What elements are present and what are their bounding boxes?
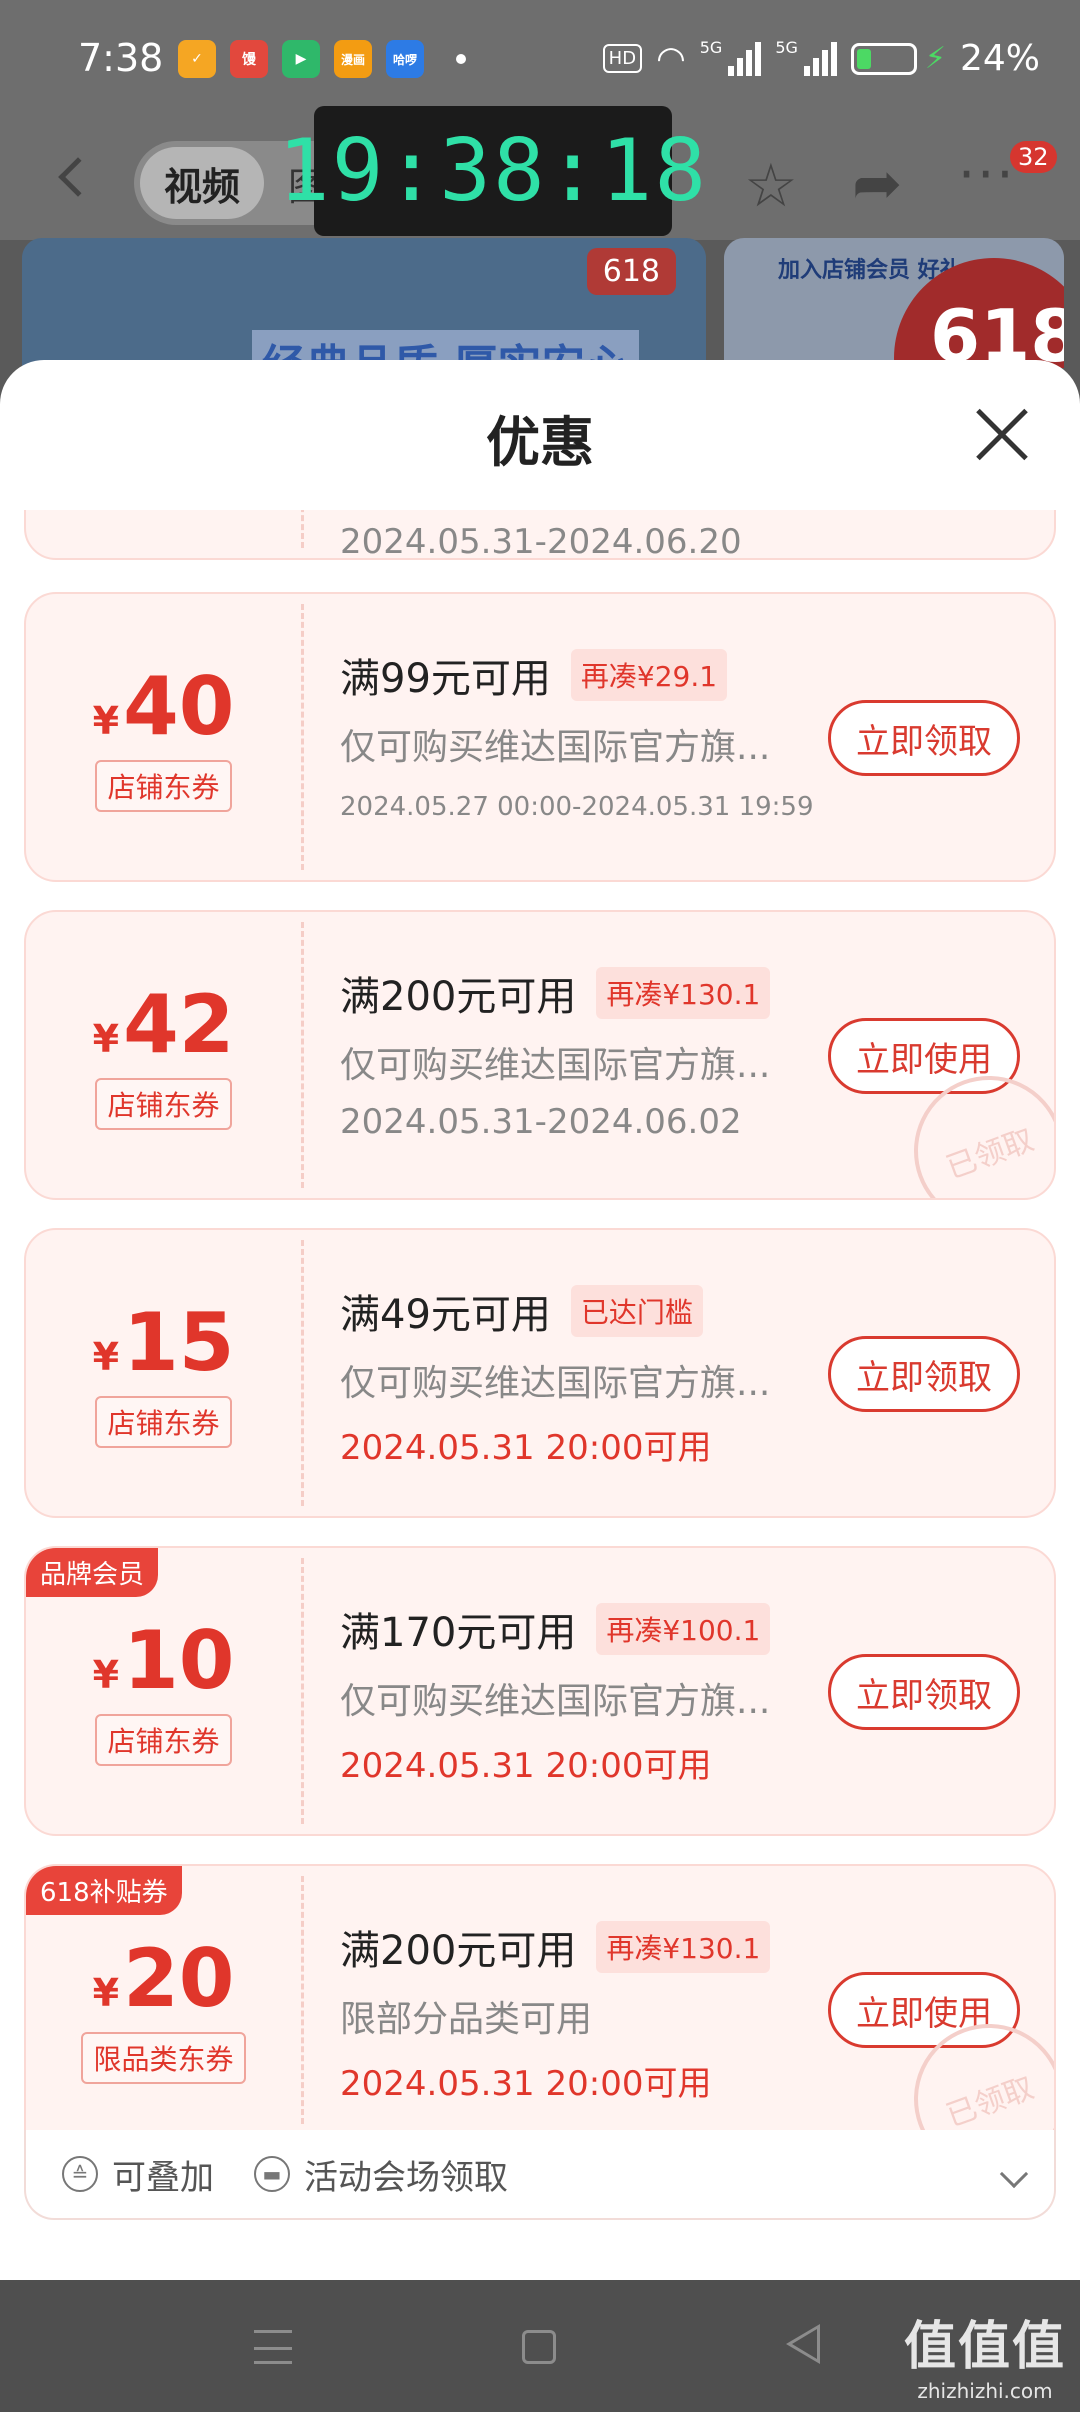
coupon-sheet: 优惠 2024.05.31-2024.06.20 ¥40 店铺东券 满99元可用… [0,360,1080,2280]
share-icon[interactable]: ➦ [852,149,902,219]
coupon-condition: 满99元可用 再凑¥29.1 [340,646,728,704]
stackable-label: 可叠加 [112,2157,214,2198]
coupon-list[interactable]: 2024.05.31-2024.06.20 ¥40 店铺东券 满99元可用 再凑¥… [0,510,1080,2130]
coupon-kind: 店铺东券 [26,1396,301,1448]
charging-icon: ⚡ [924,41,946,76]
recents-icon[interactable] [254,2330,292,2364]
coupon-condition: 满170元可用 再凑¥100.1 [340,1600,771,1658]
card-divider [301,922,304,1188]
more-icon[interactable]: ··· [958,143,1016,206]
coupon-kind: 店铺东券 [26,1714,301,1766]
app-orange-icon: ✓ [178,40,216,78]
coupon-tip: 已达门槛 [570,1285,703,1337]
watermark: 值值值 zhizhizhi.com [904,2304,1066,2403]
coupon-amount: ¥42 [92,978,235,1071]
app-hello-icon: 哈啰 [386,40,424,78]
coupon-tip: 再凑¥100.1 [596,1603,771,1655]
wifi-icon: ◠ [656,38,686,79]
coupon-date: 2024.05.31-2024.06.02 [340,1102,742,1142]
coupon-desc: 仅可购买维达国际官方旗... [340,1363,771,1404]
favorite-star-icon[interactable]: ☆ [744,151,798,221]
card-divider [301,510,304,548]
product-banner: 618 经典品质 厚实安心 [22,238,706,368]
coupon-kind: 店铺东券 [26,760,301,812]
coupon-card: ¥42 店铺东券 满200元可用 再凑¥130.1 仅可购买维达国际官方旗... … [24,910,1056,1200]
stackable-info: ≙ 可叠加 [62,2150,214,2199]
back-icon[interactable] [58,157,98,197]
subsidy-badge: 618补贴券 [26,1866,182,1915]
watermark-logo: 值值值 [903,2317,1066,2377]
card-divider [301,1876,304,2124]
banner-618-tag: 618 [586,248,676,295]
coupon-card: ¥15 店铺东券 满49元可用 已达门槛 仅可购买维达国际官方旗... 2024.… [24,1228,1056,1518]
notification-icons: ✓ 馒 ▶ 漫画 哈啰 [178,40,466,78]
coupon-kind: 店铺东券 [26,1078,301,1130]
coupon-tip: 再凑¥130.1 [596,1921,771,1973]
more-notifications-dot [456,54,466,64]
coupon-condition: 满200元可用 再凑¥130.1 [340,964,771,1022]
sheet-title: 优惠 [486,411,594,474]
coupon-amount: ¥15 [92,1296,235,1389]
member-badge: 品牌会员 [26,1548,159,1597]
coupon-desc: 仅可购买维达国际官方旗... [340,1681,771,1722]
app-manga-icon: 漫画 [334,40,372,78]
status-time: 7:38 [78,36,164,80]
battery-percent: 24% [959,38,1040,79]
coupon-date: 2024.05.31 20:00可用 [340,1428,712,1468]
coupon-date: 2024.05.31-2024.06.20 [340,522,742,560]
coupon-card: 618补贴券 ¥20 限品类东券 满200元可用 再凑¥130.1 限部分品类可用… [24,1864,1056,2130]
system-nav-bar: 值值值 zhizhizhi.com [0,2280,1080,2412]
coupon-condition: 满49元可用 已达门槛 [340,1282,703,1340]
coupon-kind: 限品类东券 [26,2032,301,2084]
coupon-footer[interactable]: ≙ 可叠加 ▬ 活动会场领取 [24,2130,1056,2220]
signal-icon [728,41,762,76]
hd-icon: HD [602,44,643,73]
stack-icon: ≙ [62,2156,98,2192]
coupon-desc: 仅可购买维达国际官方旗... [340,1045,771,1086]
floating-clock: 19:38:18 [278,106,706,236]
coupon-card-partial: 2024.05.31-2024.06.20 [24,510,1056,560]
app-video-icon: ▶ [282,40,320,78]
nav-back-icon[interactable] [786,2324,820,2364]
tab-video[interactable]: 视频 [140,147,265,219]
coupon-amount: ¥10 [92,1614,235,1707]
coupon-desc: 仅可购买维达国际官方旗... [340,727,771,768]
coupon-desc: 限部分品类可用 [340,1999,593,2040]
home-icon[interactable] [522,2330,556,2364]
watermark-url: zhizhizhi.com [917,2379,1053,2403]
signal-icon-2 [803,41,837,76]
more-badge: 32 [1010,141,1057,173]
venue-info: ▬ 活动会场领取 [254,2150,508,2199]
member-banner: 加入店铺会员 好礼 618 [724,238,1064,368]
coupon-date: 2024.05.31 20:00可用 [340,1746,712,1786]
coupon-date: 2024.05.27 00:00-2024.05.31 19:59 [340,792,814,822]
app-mi-icon: 馒 [230,40,268,78]
coupon-tip: 再凑¥130.1 [596,967,771,1019]
venue-label: 活动会场领取 [304,2157,508,2198]
claim-button[interactable]: 立即领取 [828,1654,1020,1730]
network-type-2: 5G [775,38,798,57]
ticket-icon: ▬ [254,2156,290,2192]
card-divider [301,1558,304,1824]
card-divider [301,604,304,870]
coupon-condition: 满200元可用 再凑¥130.1 [340,1918,771,1976]
claim-button[interactable]: 立即领取 [828,1336,1020,1412]
network-type-1: 5G [699,38,723,57]
coupon-card: 品牌会员 ¥10 店铺东券 满170元可用 再凑¥100.1 仅可购买维达国际官方… [24,1546,1056,1836]
battery-icon [850,42,917,75]
coupon-amount: ¥40 [92,660,235,753]
close-icon[interactable] [974,406,1030,462]
status-right: HD ◠ 5G 5G ⚡ 24% [602,38,1040,79]
card-divider [301,1240,304,1506]
coupon-date: 2024.05.31 20:00可用 [340,2064,712,2104]
chevron-down-icon[interactable] [999,2159,1029,2189]
coupon-card: ¥40 店铺东券 满99元可用 再凑¥29.1 仅可购买维达国际官方旗... 20… [24,592,1056,882]
claim-button[interactable]: 立即领取 [828,700,1020,776]
coupon-tip: 再凑¥29.1 [570,649,728,701]
coupon-amount: ¥20 [92,1932,235,2025]
